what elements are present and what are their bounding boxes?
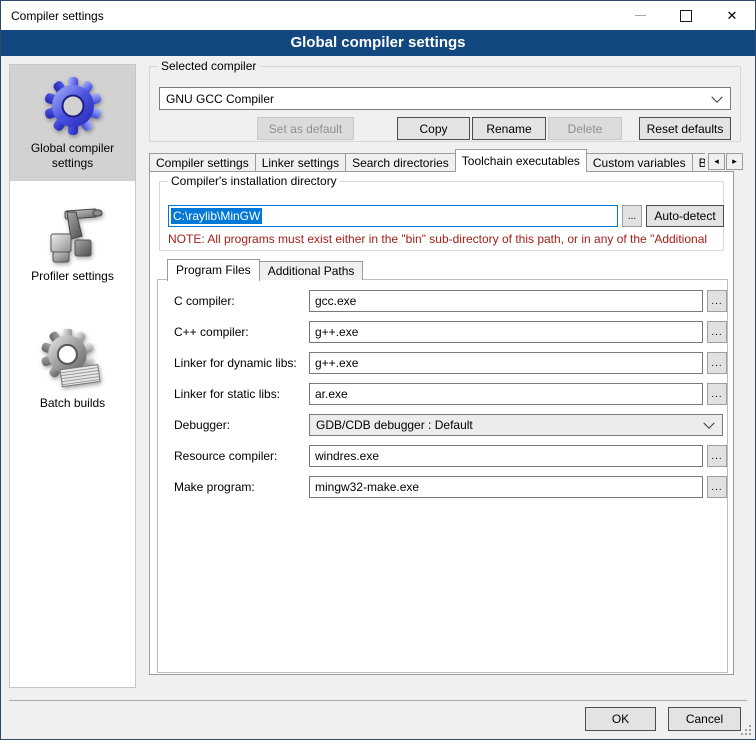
close-icon: ✕ xyxy=(727,9,738,22)
sidebar-item-global-compiler-settings[interactable]: Global compiler settings xyxy=(10,65,135,181)
maximize-icon xyxy=(680,10,692,22)
sidebar-item-label: Batch builds xyxy=(40,396,105,411)
sidebar-item-label: Global compiler settings xyxy=(12,141,133,171)
installation-directory-browse-button[interactable]: ... xyxy=(622,205,642,227)
compiler-select[interactable]: GNU GCC Compiler xyxy=(159,87,731,110)
resource-compiler-input[interactable] xyxy=(309,445,703,467)
c-compiler-label: C compiler: xyxy=(174,290,235,312)
tab-linker-settings[interactable]: Linker settings xyxy=(255,153,346,172)
c-compiler-browse-button[interactable]: ... xyxy=(707,290,727,312)
selected-compiler-group: Selected compiler GNU GCC Compiler Set a… xyxy=(149,66,741,142)
program-files-page: C compiler: ... C++ compiler: ... Linker… xyxy=(157,279,728,673)
debugger-select[interactable]: GDB/CDB debugger : Default xyxy=(309,414,723,436)
minimize-button[interactable] xyxy=(617,1,663,30)
titlebar: Compiler settings ✕ xyxy=(1,1,755,30)
cpp-compiler-input[interactable] xyxy=(309,321,703,343)
installation-directory-note: NOTE: All programs must exist either in … xyxy=(168,232,720,246)
linker-static-browse-button[interactable]: ... xyxy=(707,383,727,405)
compiler-select-value: GNU GCC Compiler xyxy=(166,92,274,106)
cpp-compiler-browse-button[interactable]: ... xyxy=(707,321,727,343)
selected-compiler-group-label: Selected compiler xyxy=(158,59,259,73)
toolchain-executables-page: Compiler's installation directory C:\ray… xyxy=(149,171,734,675)
installation-directory-input[interactable]: C:\raylib\MinGW xyxy=(168,205,618,227)
page-title: Global compiler settings xyxy=(1,30,755,56)
resource-compiler-browse-button[interactable]: ... xyxy=(707,445,727,467)
cancel-button[interactable]: Cancel xyxy=(668,707,741,731)
make-program-input[interactable] xyxy=(309,476,703,498)
minimize-icon xyxy=(635,15,646,16)
c-compiler-input[interactable] xyxy=(309,290,703,312)
debugger-select-value: GDB/CDB debugger : Default xyxy=(316,415,473,435)
settings-category-list: Global compiler settings xyxy=(9,64,136,688)
chevron-down-icon xyxy=(703,418,714,429)
linker-dynamic-input[interactable] xyxy=(309,352,703,374)
footer-divider xyxy=(9,700,747,701)
installation-directory-group-label: Compiler's installation directory xyxy=(168,174,340,188)
make-program-browse-button[interactable]: ... xyxy=(707,476,727,498)
resize-grip[interactable] xyxy=(739,723,751,735)
cpp-compiler-label: C++ compiler: xyxy=(174,321,249,343)
auto-detect-button[interactable]: Auto-detect xyxy=(646,205,724,227)
blue-gear-icon xyxy=(41,74,105,138)
linker-static-label: Linker for static libs: xyxy=(174,383,280,405)
linker-dynamic-label: Linker for dynamic libs: xyxy=(174,352,297,374)
subtab-additional-paths[interactable]: Additional Paths xyxy=(259,261,364,280)
copy-button[interactable]: Copy xyxy=(397,117,470,140)
batch-builds-gear-icon xyxy=(41,329,105,393)
window-title: Compiler settings xyxy=(1,9,104,23)
program-files-tabstrip: Program Files Additional Paths xyxy=(167,257,363,280)
profiler-caliper-icon xyxy=(41,202,105,266)
arrow-left-icon: ◂ xyxy=(714,156,719,167)
dialog-content: Global compiler settings xyxy=(1,56,755,739)
delete-button: Delete xyxy=(548,117,622,140)
compiler-settings-dialog: Compiler settings ✕ Global compiler sett… xyxy=(0,0,756,740)
sidebar-item-label: Profiler settings xyxy=(31,269,114,284)
tab-custom-variables[interactable]: Custom variables xyxy=(586,153,693,172)
tab-scroll-buttons: ◂ ▸ xyxy=(707,153,743,170)
sidebar-item-profiler-settings[interactable]: Profiler settings xyxy=(10,193,135,294)
installation-directory-group: Compiler's installation directory C:\ray… xyxy=(159,181,724,251)
resource-compiler-label: Resource compiler: xyxy=(174,445,277,467)
maximize-button[interactable] xyxy=(663,1,709,30)
reset-defaults-button[interactable]: Reset defaults xyxy=(639,117,731,140)
tab-scroll-right-button[interactable]: ▸ xyxy=(726,153,743,170)
sidebar-item-batch-builds[interactable]: Batch builds xyxy=(10,320,135,421)
linker-dynamic-browse-button[interactable]: ... xyxy=(707,352,727,374)
ok-button[interactable]: OK xyxy=(585,707,656,731)
arrow-right-icon: ▸ xyxy=(732,156,737,167)
make-program-label: Make program: xyxy=(174,476,255,498)
tab-scroll-left-button[interactable]: ◂ xyxy=(708,153,725,170)
installation-directory-selected-text: C:\raylib\MinGW xyxy=(171,208,262,224)
tab-search-directories[interactable]: Search directories xyxy=(345,153,456,172)
tab-toolchain-executables[interactable]: Toolchain executables xyxy=(455,149,587,172)
main-tabstrip: Compiler settings Linker settings Search… xyxy=(149,149,705,172)
close-button[interactable]: ✕ xyxy=(709,1,755,30)
tab-build-options[interactable]: Build options xyxy=(692,153,705,172)
tab-compiler-settings[interactable]: Compiler settings xyxy=(149,153,256,172)
set-as-default-button: Set as default xyxy=(257,117,354,140)
debugger-label: Debugger: xyxy=(174,414,230,436)
chevron-down-icon xyxy=(711,91,722,102)
subtab-program-files[interactable]: Program Files xyxy=(167,259,260,281)
rename-button[interactable]: Rename xyxy=(472,117,546,140)
caption-buttons: ✕ xyxy=(617,1,755,30)
linker-static-input[interactable] xyxy=(309,383,703,405)
